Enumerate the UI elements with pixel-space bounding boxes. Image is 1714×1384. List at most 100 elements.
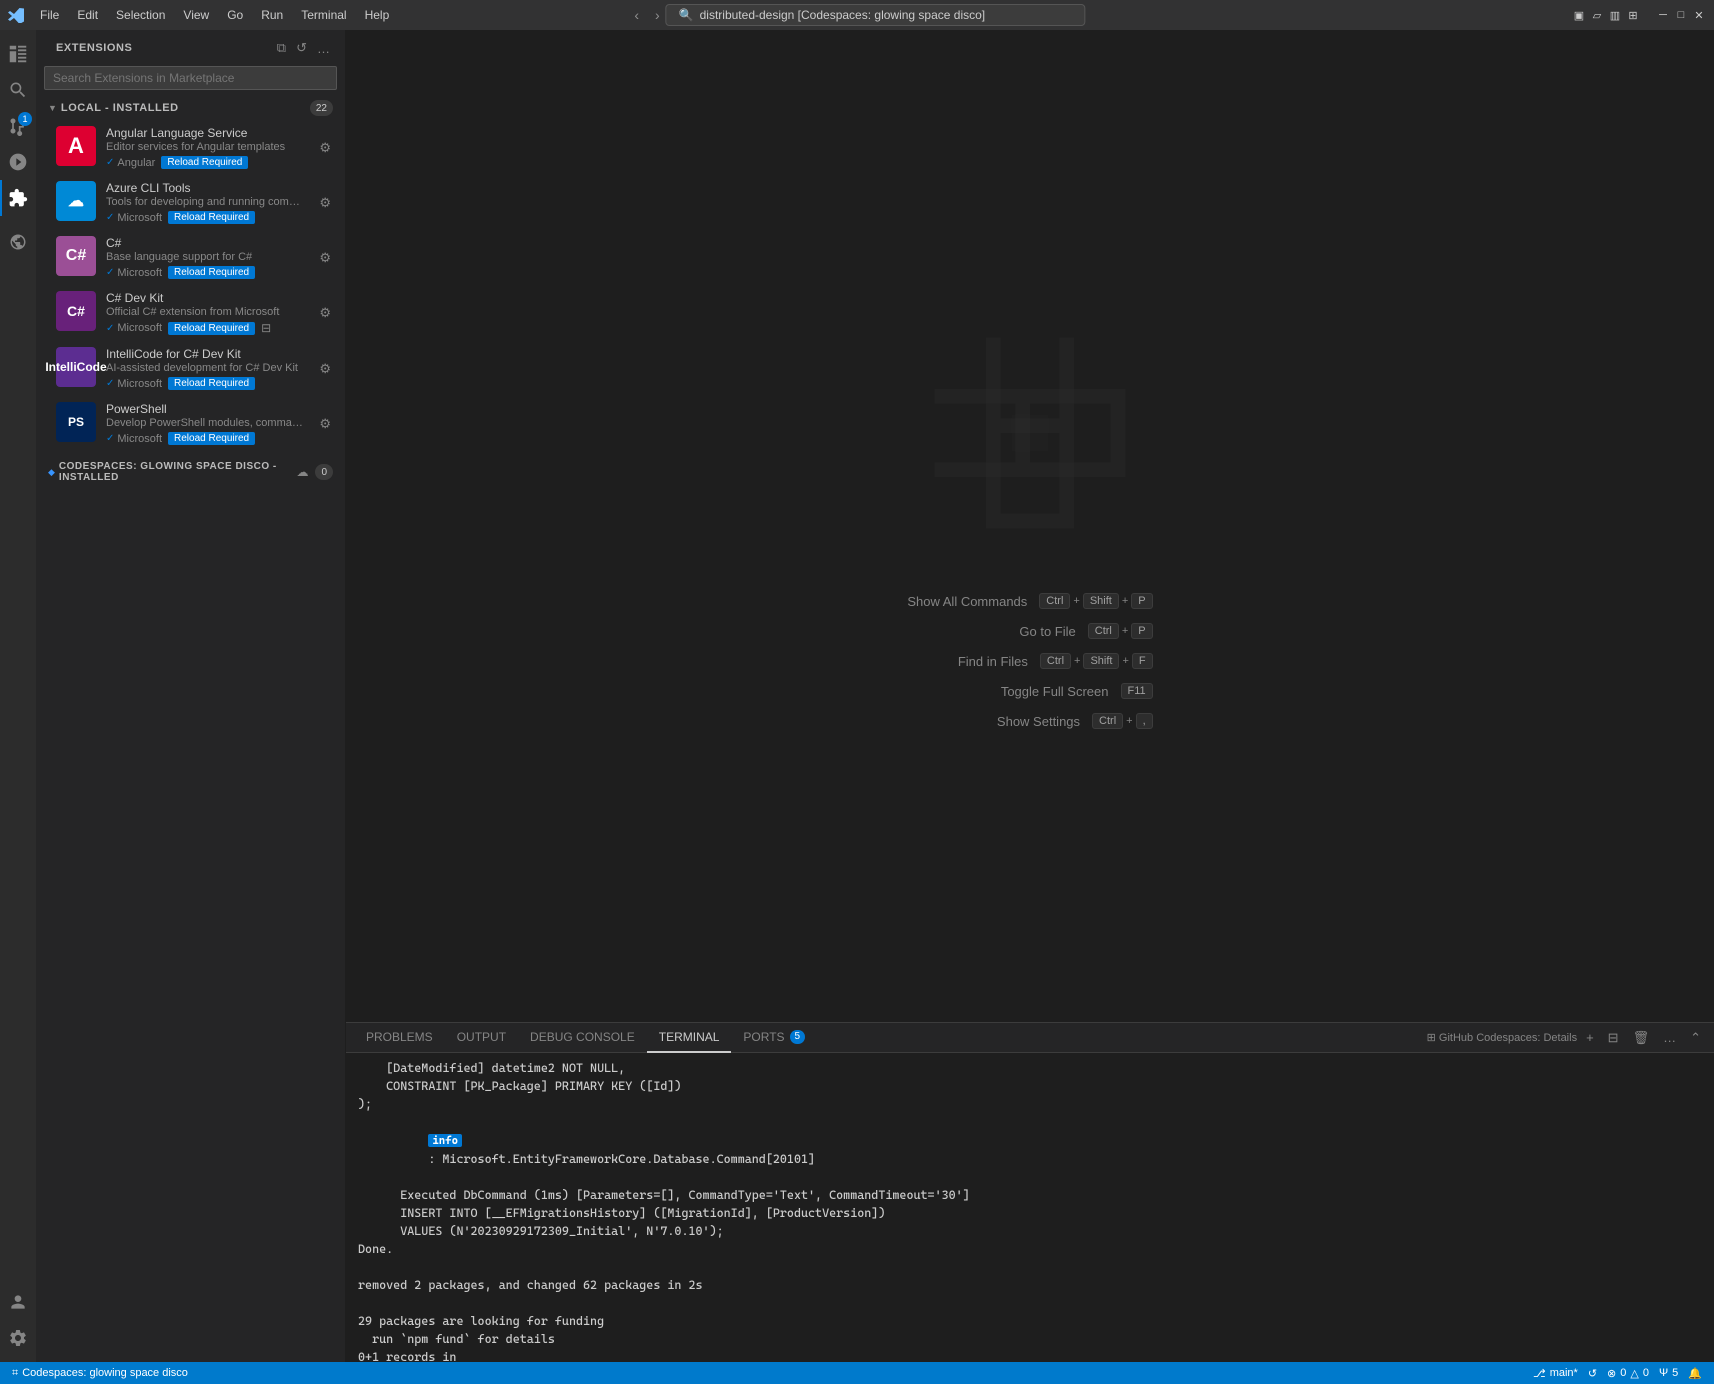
- split-terminal-button[interactable]: ⊟: [1603, 1028, 1624, 1048]
- layout-grid-button[interactable]: ⊞: [1626, 8, 1640, 22]
- panel-tabs: PROBLEMS OUTPUT DEBUG CONSOLE TERMINAL P…: [346, 1023, 1714, 1053]
- activity-search[interactable]: [0, 72, 36, 108]
- status-bar-right: ⎇ main* ↺ ⊗ 0 △ 0 Ψ 5 🔔: [1529, 1362, 1706, 1384]
- menu-run[interactable]: Run: [253, 6, 291, 24]
- tab-output[interactable]: OUTPUT: [445, 1023, 518, 1053]
- status-bell[interactable]: 🔔: [1684, 1362, 1706, 1384]
- extension-item-azure[interactable]: ☁ Azure CLI Tools Tools for developing a…: [36, 175, 345, 230]
- activity-settings[interactable]: [0, 1320, 36, 1356]
- more-actions-button[interactable]: …: [314, 38, 333, 58]
- git-branch-icon: ⎇: [1533, 1367, 1546, 1380]
- codespaces-chevron-icon: ◆: [48, 467, 55, 478]
- powershell-publisher-name: Microsoft: [117, 433, 162, 445]
- shortcut-go-to-file-keys: Ctrl + P: [1088, 623, 1153, 639]
- shortcut-toggle-full-screen-keys: F11: [1121, 683, 1153, 699]
- menu-selection[interactable]: Selection: [108, 6, 173, 24]
- term-line-7: VALUES (N'20230929172309_Initial', N'7.0…: [358, 1222, 1702, 1240]
- extension-item-intellicode[interactable]: IntelliCode IntelliCode for C# Dev Kit A…: [36, 341, 345, 396]
- extension-item-csharp[interactable]: C# C# Base language support for C# ✓ Mic…: [36, 230, 345, 285]
- angular-reload-button[interactable]: Reload Required: [161, 156, 248, 169]
- warning-count: 0: [1643, 1367, 1649, 1379]
- menu-help[interactable]: Help: [357, 6, 398, 24]
- terminal-content[interactable]: [DateModified] datetime2 NOT NULL, CONST…: [346, 1053, 1714, 1362]
- term-line-10: removed 2 packages, and changed 62 packa…: [358, 1276, 1702, 1294]
- layout-toggle-button[interactable]: ▣: [1572, 8, 1586, 22]
- menu-edit[interactable]: Edit: [69, 6, 106, 24]
- intellicode-gear-icon[interactable]: ⚙: [317, 359, 333, 379]
- status-bar-left: ⌗ Codespaces: glowing space disco: [8, 1362, 192, 1384]
- activity-debug[interactable]: [0, 144, 36, 180]
- csharp-content: C# Base language support for C# ✓ Micros…: [106, 236, 307, 279]
- key-p2: P: [1131, 623, 1152, 639]
- more-terminal-button[interactable]: …: [1658, 1028, 1681, 1047]
- trash-terminal-button[interactable]: 🗑: [1628, 1028, 1655, 1048]
- title-search-bar[interactable]: 🔍 distributed-design [Codespaces: glowin…: [666, 4, 1086, 26]
- status-branch[interactable]: ⎇ main*: [1529, 1362, 1582, 1384]
- extension-item-powershell[interactable]: PS PowerShell Develop PowerShell modules…: [36, 396, 345, 451]
- tab-problems[interactable]: PROBLEMS: [354, 1023, 445, 1053]
- nav-back-button[interactable]: ‹: [628, 5, 645, 25]
- azure-publisher-name: Microsoft: [117, 212, 162, 224]
- intellicode-reload-button[interactable]: Reload Required: [168, 377, 255, 390]
- powershell-name: PowerShell: [106, 402, 307, 416]
- tab-output-label: OUTPUT: [457, 1030, 506, 1044]
- local-installed-section-header[interactable]: ▼ LOCAL - INSTALLED 22: [36, 94, 345, 120]
- key-plus-2: +: [1122, 595, 1128, 607]
- editor-area: Show All Commands Ctrl + Shift + P Go to…: [346, 30, 1714, 1362]
- activity-extensions[interactable]: [0, 180, 36, 216]
- angular-publisher: ✓ Angular: [106, 157, 155, 169]
- tab-terminal[interactable]: TERMINAL: [647, 1023, 732, 1053]
- angular-content: Angular Language Service Editor services…: [106, 126, 307, 169]
- key-f: F: [1132, 653, 1153, 669]
- close-panel-button[interactable]: ⌃: [1685, 1028, 1706, 1048]
- menu-go[interactable]: Go: [219, 6, 251, 24]
- azure-gear-icon[interactable]: ⚙: [317, 193, 333, 213]
- status-codespace-button[interactable]: ⌗ Codespaces: glowing space disco: [8, 1362, 192, 1384]
- layout-sidebar-button[interactable]: ▱: [1590, 8, 1604, 22]
- activity-accounts[interactable]: [0, 1284, 36, 1320]
- sidebar-title: EXTENSIONS: [56, 42, 132, 54]
- refresh-extensions-button[interactable]: ↺: [293, 38, 310, 58]
- csharp-devkit-reload-button[interactable]: Reload Required: [168, 322, 255, 335]
- minimize-button[interactable]: ─: [1656, 8, 1670, 22]
- close-button[interactable]: ✕: [1692, 8, 1706, 22]
- powershell-gear-icon[interactable]: ⚙: [317, 414, 333, 434]
- term-line-9: [358, 1258, 1702, 1276]
- new-terminal-button[interactable]: +: [1581, 1028, 1599, 1047]
- menu-view[interactable]: View: [175, 6, 217, 24]
- status-errors[interactable]: ⊗ 0 △ 0: [1603, 1362, 1653, 1384]
- layout-panel-button[interactable]: ▥: [1608, 8, 1622, 22]
- csharp-devkit-content: C# Dev Kit Official C# extension from Mi…: [106, 291, 307, 335]
- azure-reload-button[interactable]: Reload Required: [168, 211, 255, 224]
- powershell-reload-button[interactable]: Reload Required: [168, 432, 255, 445]
- term-line-3: );: [358, 1095, 1702, 1113]
- csharp-devkit-gear-icon[interactable]: ⚙: [317, 303, 333, 323]
- activity-remote[interactable]: [0, 224, 36, 260]
- menu-file[interactable]: File: [32, 6, 67, 24]
- azure-content: Azure CLI Tools Tools for developing and…: [106, 181, 307, 224]
- activity-explorer[interactable]: [0, 36, 36, 72]
- csharp-devkit-publisher: ✓ Microsoft: [106, 322, 162, 334]
- tab-debug-console[interactable]: DEBUG CONSOLE: [518, 1023, 647, 1053]
- search-extensions-input[interactable]: [44, 66, 337, 90]
- extension-item-angular[interactable]: A Angular Language Service Editor servic…: [36, 120, 345, 175]
- nav-forward-button[interactable]: ›: [649, 5, 666, 25]
- codespaces-details-label[interactable]: ⊞ GitHub Codespaces: Details: [1427, 1031, 1577, 1044]
- tab-ports[interactable]: PORTS 5: [731, 1023, 817, 1053]
- codespaces-section-header[interactable]: ◆ CODESPACES: GLOWING SPACE DISCO - INST…: [36, 455, 345, 487]
- csharp-gear-icon[interactable]: ⚙: [317, 248, 333, 268]
- angular-gear-icon[interactable]: ⚙: [317, 138, 333, 158]
- menu-terminal[interactable]: Terminal: [293, 6, 354, 24]
- activity-source-control[interactable]: 1: [0, 108, 36, 144]
- csharp-reload-button[interactable]: Reload Required: [168, 266, 255, 279]
- term-info-badge: info: [428, 1134, 462, 1147]
- filter-extensions-button[interactable]: ⧉: [274, 38, 289, 58]
- extension-item-csharp-devkit[interactable]: C# C# Dev Kit Official C# extension from…: [36, 285, 345, 341]
- intellicode-verified-icon: ✓: [106, 378, 114, 389]
- csharp-icon: C#: [56, 236, 96, 276]
- sidebar-header: EXTENSIONS ⧉ ↺ …: [36, 30, 345, 62]
- maximize-button[interactable]: □: [1674, 8, 1688, 22]
- shortcut-show-settings-label: Show Settings: [997, 714, 1080, 729]
- status-sync[interactable]: ↺: [1584, 1362, 1601, 1384]
- status-ports[interactable]: Ψ 5: [1655, 1362, 1682, 1384]
